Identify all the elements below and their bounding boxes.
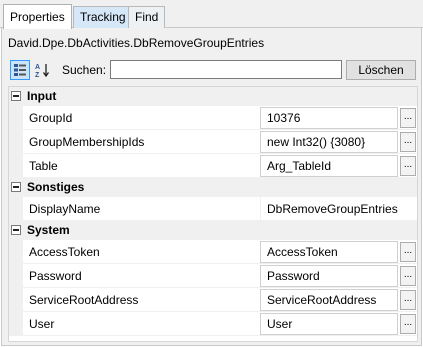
row-gutter (9, 154, 23, 178)
property-value[interactable]: User (267, 317, 292, 331)
property-value[interactable]: ServiceRootAddress (267, 293, 376, 307)
ellipsis-button[interactable]: ... (400, 266, 416, 286)
property-row[interactable]: ServiceRootAddress ServiceRootAddress... (9, 288, 417, 312)
property-name: ServiceRootAddress (29, 293, 139, 307)
category-header[interactable]: Sonstiges (9, 178, 417, 197)
collapse-toggle-icon[interactable] (11, 91, 21, 101)
properties-panel: David.Dpe.DbActivities.DbRemoveGroupEntr… (1, 28, 422, 346)
row-gutter (9, 240, 23, 264)
property-name: GroupMembershipIds (29, 135, 145, 149)
property-grid: Input GroupId 10376... GroupMembershipIds ne… (8, 86, 418, 342)
property-name: DisplayName (29, 202, 101, 216)
property-name: Table (29, 159, 58, 173)
property-value: DbRemoveGroupEntries (267, 202, 398, 216)
ellipsis-button[interactable]: ... (400, 132, 416, 152)
collapse-toggle-icon[interactable] (11, 225, 21, 235)
row-gutter (9, 312, 23, 336)
ellipsis-button[interactable]: ... (400, 242, 416, 262)
category-label: Sonstiges (27, 180, 85, 194)
category-label: System (27, 223, 70, 237)
ellipsis-button[interactable]: ... (400, 108, 416, 128)
row-gutter (9, 106, 23, 130)
property-row[interactable]: Password Password... (9, 264, 417, 288)
property-value[interactable]: Password (267, 269, 320, 283)
property-row[interactable]: GroupMembershipIds new Int32() {3080}... (9, 130, 417, 154)
search-input[interactable] (110, 60, 342, 79)
clear-search-button[interactable]: Löschen (346, 60, 416, 80)
column-divider (260, 197, 261, 221)
svg-text:A: A (35, 64, 40, 71)
category-header[interactable]: System (9, 221, 417, 240)
property-row[interactable]: Table Arg_TableId... (9, 154, 417, 178)
property-row[interactable]: DisplayName DbRemoveGroupEntries (9, 197, 417, 221)
tab-strip: Properties Tracking Find (0, 0, 423, 29)
property-toolbar: A Z Suchen: Löschen (8, 60, 418, 82)
property-value[interactable]: AccessToken (267, 245, 338, 259)
ellipsis-button[interactable]: ... (400, 290, 416, 310)
row-gutter (9, 288, 23, 312)
property-name: AccessToken (29, 245, 100, 259)
category-label: Input (27, 89, 57, 103)
property-row[interactable]: User User... (9, 312, 417, 336)
row-gutter (9, 130, 23, 154)
activity-type-name: David.Dpe.DbActivities.DbRemoveGroupEntr… (8, 36, 265, 50)
categorized-icon[interactable] (10, 60, 30, 80)
svg-text:Z: Z (35, 72, 40, 78)
property-value[interactable]: Arg_TableId (267, 159, 331, 173)
row-gutter (9, 197, 23, 221)
property-name: Password (29, 269, 82, 283)
collapse-toggle-icon[interactable] (11, 182, 21, 192)
tab-tracking[interactable]: Tracking (73, 6, 133, 28)
sort-az-icon[interactable]: A Z (32, 60, 52, 80)
ellipsis-button[interactable]: ... (400, 314, 416, 334)
tab-find[interactable]: Find (128, 6, 166, 28)
property-row[interactable]: AccessToken AccessToken... (9, 240, 417, 264)
row-gutter (9, 264, 23, 288)
search-label: Suchen: (62, 63, 107, 77)
property-row[interactable]: GroupId 10376... (9, 106, 417, 130)
property-name: GroupId (29, 111, 73, 125)
category-header[interactable]: Input (9, 87, 417, 106)
property-name: User (29, 317, 55, 331)
tab-properties[interactable]: Properties (3, 4, 72, 29)
property-value[interactable]: new Int32() {3080} (267, 135, 365, 149)
property-value[interactable]: 10376 (267, 111, 300, 125)
ellipsis-button[interactable]: ... (400, 156, 416, 176)
